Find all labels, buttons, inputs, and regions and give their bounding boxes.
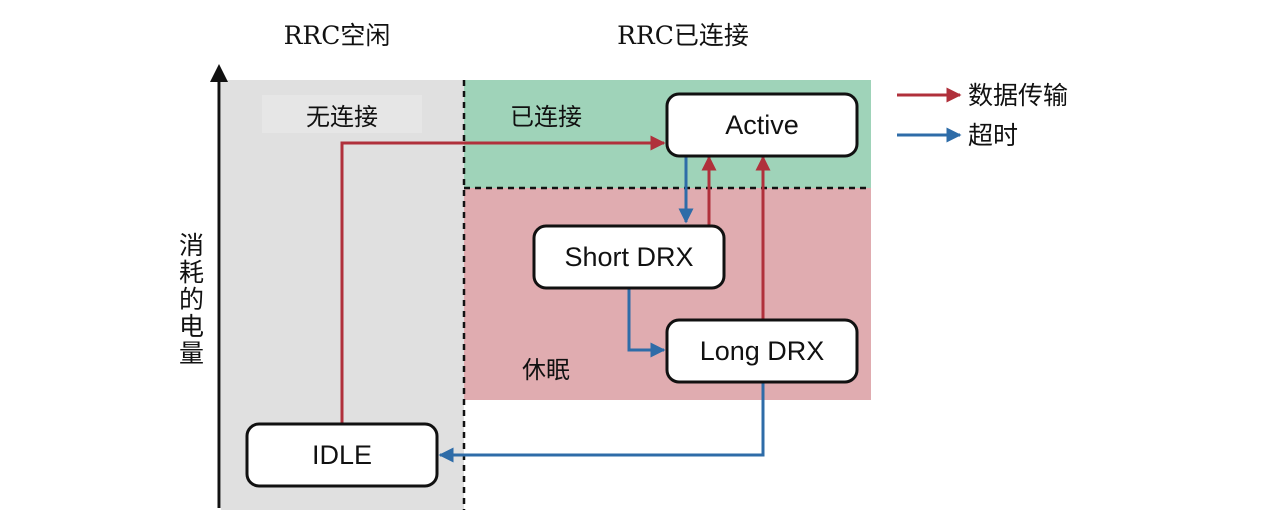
y-axis-label: 消耗的电量 (176, 232, 205, 367)
idle-group-header: RRC空闲 (284, 21, 391, 50)
short-drx-state-label: Short DRX (564, 242, 693, 272)
long-drx-state-label: Long DRX (700, 336, 825, 366)
legend-data-transfer-label: 数据传输 (968, 81, 1068, 110)
idle-state: IDLE (245, 422, 439, 488)
y-axis-arrowhead (210, 64, 228, 82)
connected-label: 已连接 (510, 103, 582, 131)
active-state: Active (665, 92, 859, 158)
sleep-label: 休眠 (522, 356, 570, 384)
legend: 数据传输 超时 (897, 81, 1068, 150)
short-drx-state: Short DRX (532, 224, 726, 290)
rrc-state-diagram: RRC空闲 RRC已连接 无连接 已连接 休眠 消耗的电量 Active Sho… (176, 21, 1068, 510)
idle-state-label: IDLE (312, 440, 372, 470)
connected-group-header: RRC已连接 (617, 21, 749, 50)
no-connection-label: 无连接 (306, 103, 378, 131)
long-drx-state: Long DRX (665, 318, 859, 384)
legend-timeout-label: 超时 (968, 121, 1018, 150)
active-state-label: Active (725, 110, 799, 140)
